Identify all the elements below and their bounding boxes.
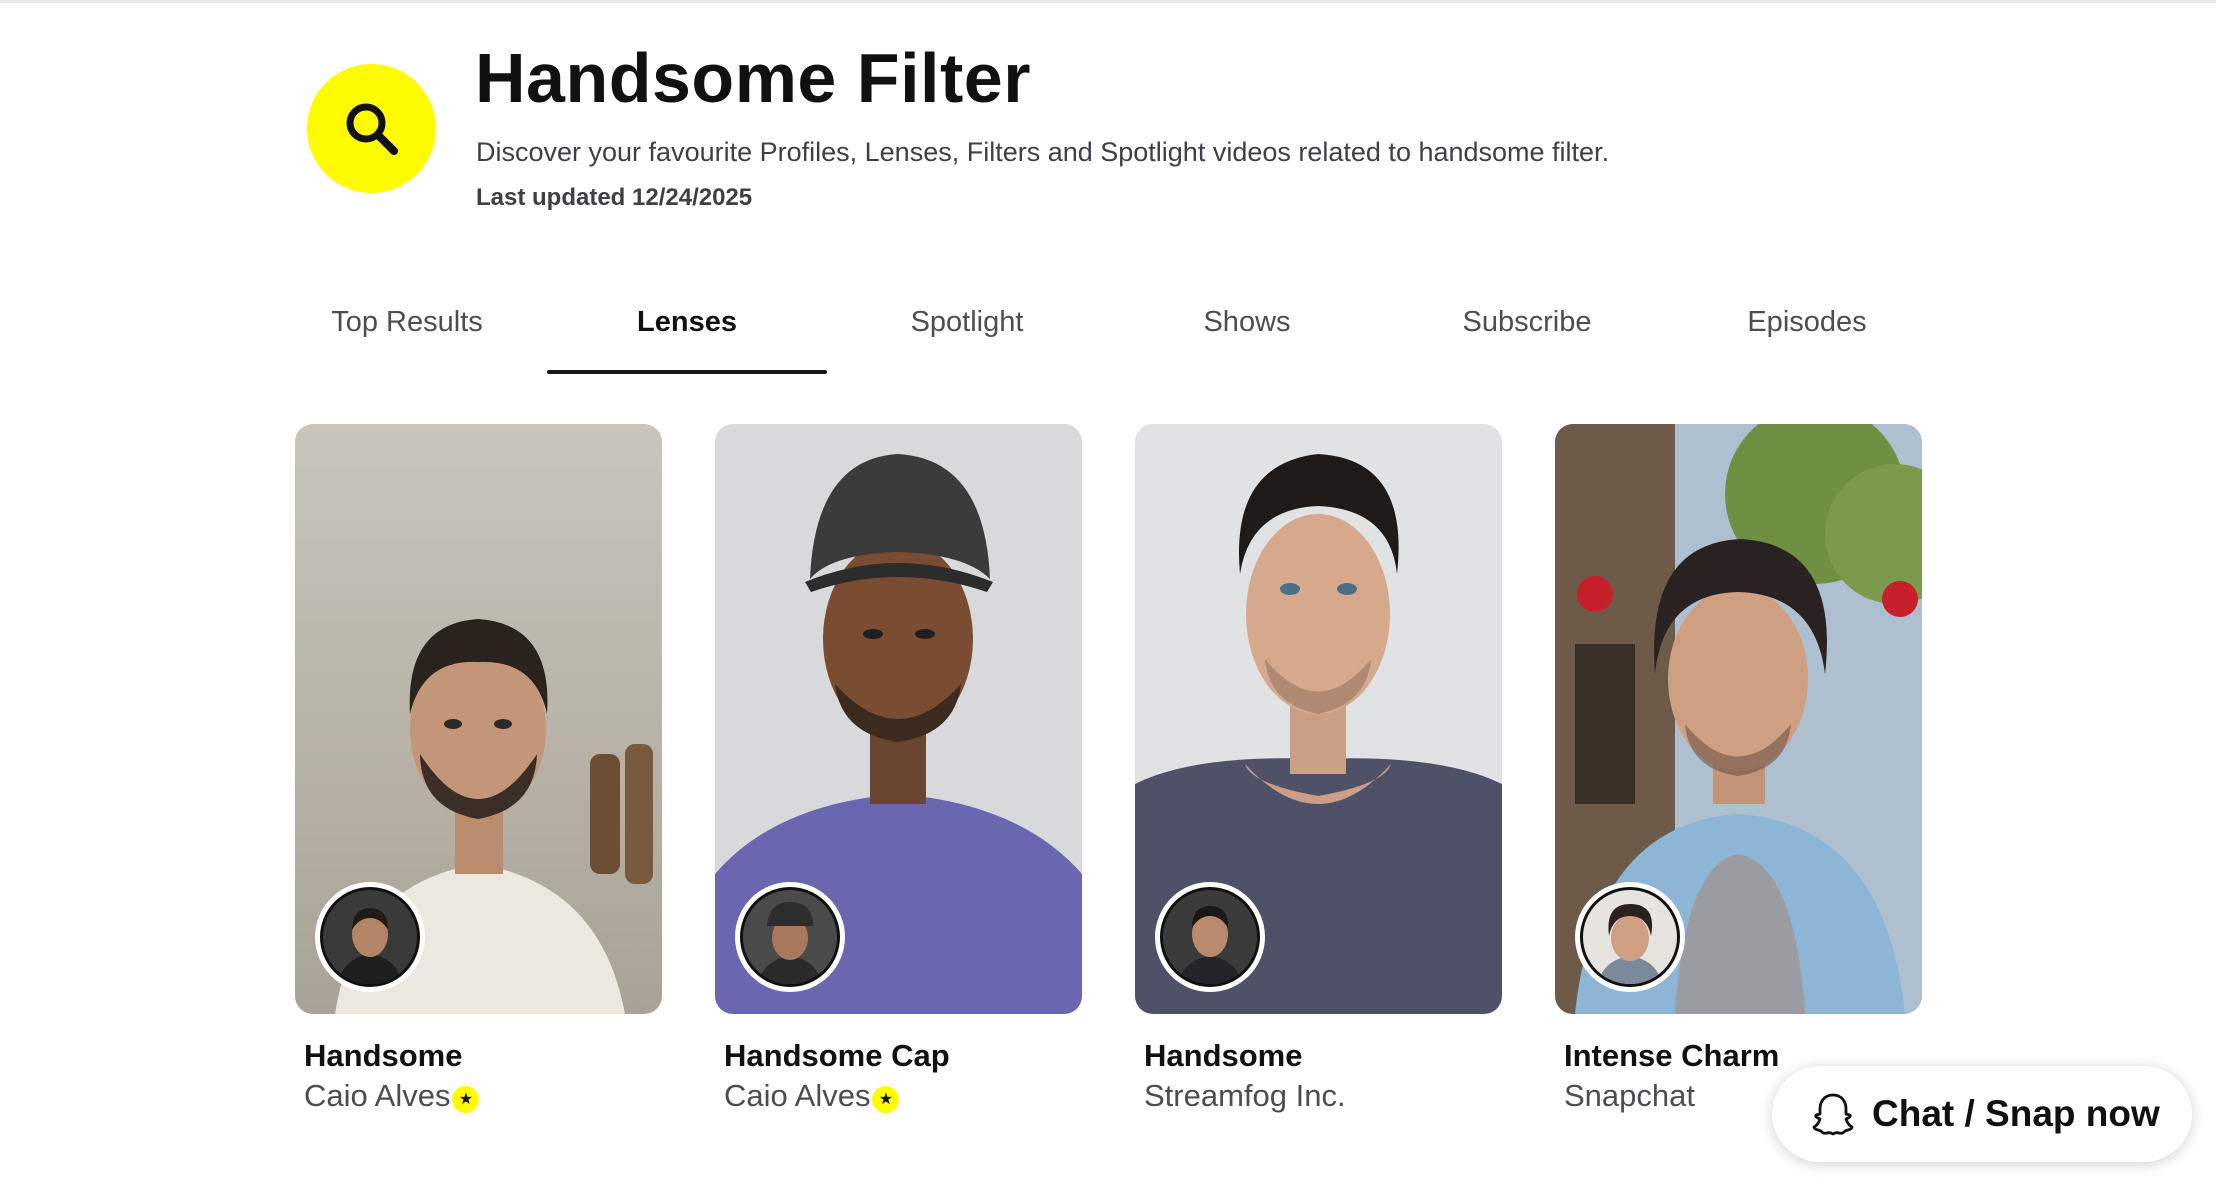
tab-bar: Top Results Lenses Spotlight Shows Subsc… <box>267 290 1947 374</box>
tab-top-results[interactable]: Top Results <box>267 290 547 374</box>
lens-creator[interactable]: Streamfog Inc. <box>1144 1078 1346 1114</box>
creator-avatar[interactable] <box>735 882 845 992</box>
lens-preview-image[interactable] <box>1135 424 1502 1014</box>
creator-name: Streamfog Inc. <box>1144 1078 1346 1113</box>
lens-creator[interactable]: Snapchat <box>1564 1078 1695 1114</box>
lens-card[interactable]: Intense Charm Snapchat <box>1555 424 1922 1113</box>
top-divider <box>0 0 2216 3</box>
lens-card[interactable]: Handsome Caio Alves ★ <box>295 424 662 1113</box>
creator-name: Caio Alves <box>304 1078 451 1113</box>
search-results-page: Handsome Filter Discover your favourite … <box>0 0 2216 1178</box>
verified-star-icon: ★ <box>452 1085 480 1113</box>
tab-spotlight[interactable]: Spotlight <box>827 290 1107 374</box>
tab-lenses[interactable]: Lenses <box>547 290 827 374</box>
creator-avatar[interactable] <box>315 882 425 992</box>
verified-star-icon: ★ <box>872 1085 900 1113</box>
search-badge <box>307 64 436 193</box>
lens-name: Intense Charm <box>1564 1038 1780 1073</box>
lens-preview-image[interactable] <box>1555 424 1922 1014</box>
lens-card[interactable]: Handsome Streamfog Inc. <box>1135 424 1502 1113</box>
lens-creator[interactable]: Caio Alves ★ <box>304 1078 480 1114</box>
page-subtitle: Discover your favourite Profiles, Lenses… <box>476 137 1610 167</box>
creator-avatar[interactable] <box>1575 882 1685 992</box>
ghost-icon <box>1812 1093 1854 1136</box>
tab-subscribe[interactable]: Subscribe <box>1387 290 1667 374</box>
creator-name: Snapchat <box>1564 1078 1695 1113</box>
creator-avatar[interactable] <box>1155 882 1265 992</box>
lens-name: Handsome <box>304 1038 463 1073</box>
lens-name: Handsome Cap <box>724 1038 950 1073</box>
tab-shows[interactable]: Shows <box>1107 290 1387 374</box>
tab-episodes[interactable]: Episodes <box>1667 290 1947 374</box>
lens-preview-image[interactable] <box>295 424 662 1014</box>
lens-name: Handsome <box>1144 1038 1303 1073</box>
creator-name: Caio Alves <box>724 1078 871 1113</box>
chat-snap-label: Chat / Snap now <box>1872 1093 2160 1134</box>
page-title: Handsome Filter <box>475 39 1031 117</box>
lens-card[interactable]: Handsome Cap Caio Alves ★ <box>715 424 1082 1113</box>
chat-snap-button[interactable]: Chat / Snap now <box>1772 1066 2192 1162</box>
last-updated: Last updated 12/24/2025 <box>476 184 753 211</box>
lens-preview-image[interactable] <box>715 424 1082 1014</box>
lens-creator[interactable]: Caio Alves ★ <box>724 1078 900 1114</box>
search-icon <box>346 103 398 155</box>
